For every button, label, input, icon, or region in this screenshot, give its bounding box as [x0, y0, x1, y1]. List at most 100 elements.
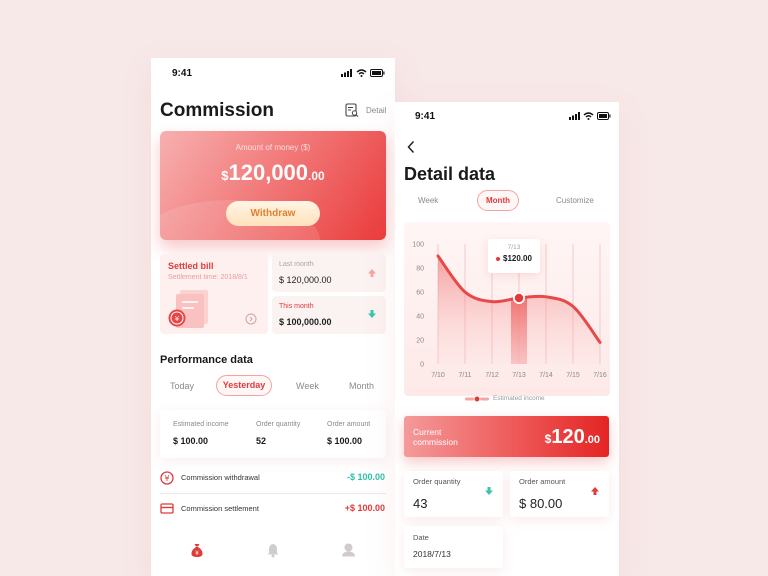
- x-tick-label: 7/10: [431, 372, 445, 379]
- stat-label-order-amount: Order amount: [327, 421, 371, 428]
- highlight-point: [514, 293, 524, 303]
- withdraw-button[interactable]: Withdraw: [226, 201, 320, 226]
- this-month-card: This month $ 100,000.00: [272, 296, 386, 334]
- status-time: 9:41: [172, 68, 193, 79]
- money-amount-decimal: .00: [308, 169, 325, 183]
- x-tick-label: 7/14: [539, 372, 553, 379]
- transaction-label: Commission settlement: [181, 504, 259, 513]
- x-tick-label: 7/13: [512, 372, 526, 379]
- card-icon: [160, 503, 174, 514]
- transaction-amount: +$ 100.00: [344, 503, 385, 513]
- signal-icon: [341, 69, 352, 77]
- current-commission-label-line2: commission: [413, 437, 458, 447]
- settled-bill-title: Settled bill: [168, 261, 214, 271]
- date-value: 2018/7/13: [413, 549, 451, 559]
- page-title: Commission: [160, 100, 275, 121]
- stat-value-order-quantity: 52: [256, 436, 267, 446]
- status-time: 9:41: [415, 111, 436, 122]
- current-commission-card: Current commission $120.00: [404, 416, 609, 457]
- battery-icon: [370, 69, 385, 77]
- y-tick-label: 100: [412, 242, 424, 249]
- last-month-card: Last month $ 120,000.00: [272, 254, 386, 292]
- performance-title: Performance data: [160, 354, 253, 366]
- page-title: Detail data: [404, 164, 496, 184]
- chevron-right-circle-icon[interactable]: [245, 313, 257, 325]
- current-commission-integer: 120: [551, 426, 585, 448]
- current-commission-amount: $120.00: [545, 426, 600, 449]
- detail-data-screen: 9:41 Detail data Week Month Customize 0 2…: [395, 102, 619, 576]
- transaction-row[interactable]: Commission settlement +$ 100.00: [151, 494, 395, 524]
- money-card: Amount of money ($) $120,000.00 Withdraw: [160, 131, 386, 240]
- tab-yesterday[interactable]: Yesterday: [216, 375, 272, 396]
- stat-label-estimated-income: Estimated income: [173, 421, 229, 428]
- this-month-label: This month: [279, 303, 314, 310]
- date-label: Date: [413, 533, 429, 542]
- money-amount-integer: 120,000: [228, 160, 309, 185]
- money-bag-icon[interactable]: ¥: [190, 542, 204, 558]
- tab-week[interactable]: Week: [418, 196, 438, 205]
- chart-tooltip: 7/13 $120.00: [488, 239, 540, 273]
- last-month-value: $ 120,000.00: [279, 275, 332, 285]
- money-currency: $: [221, 168, 229, 183]
- performance-stats-card: Estimated income $ 100.00 Order quantity…: [160, 410, 386, 458]
- order-quantity-card: Order quantity 43: [404, 471, 503, 517]
- svg-text:¥: ¥: [175, 315, 180, 323]
- transaction-row[interactable]: ¥ Commission withdrawal -$ 100.00: [151, 462, 395, 492]
- stat-label-order-quantity: Order quantity: [256, 421, 301, 428]
- arrow-down-icon: [368, 310, 376, 318]
- order-amount-label: Order amount: [519, 477, 566, 486]
- transaction-label: Commission withdrawal: [181, 473, 260, 482]
- tooltip-value: $120.00: [503, 254, 532, 263]
- y-tick-label: 0: [420, 362, 424, 369]
- current-commission-label-line1: Current: [413, 427, 442, 437]
- legend-marker-icon: [465, 396, 489, 401]
- x-tick-label: 7/12: [485, 372, 499, 379]
- order-quantity-value: 43: [413, 496, 428, 511]
- x-tick-label: 7/16: [593, 372, 607, 379]
- current-commission-label: Current commission: [413, 427, 458, 447]
- tooltip-date: 7/13: [507, 244, 521, 251]
- battery-icon: [597, 112, 611, 120]
- x-tick-label: 7/15: [566, 372, 580, 379]
- detail-document-icon[interactable]: [345, 103, 359, 118]
- bell-icon[interactable]: [266, 542, 280, 558]
- status-icons: [341, 69, 385, 77]
- arrow-up-icon: [368, 269, 376, 277]
- money-label: Amount of money ($): [235, 143, 311, 152]
- stat-value-order-amount: $ 100.00: [327, 436, 363, 446]
- signal-icon: [569, 112, 580, 120]
- order-amount-value: $ 80.00: [519, 496, 563, 511]
- svg-text:¥: ¥: [195, 550, 199, 557]
- tab-today[interactable]: Today: [170, 381, 194, 391]
- legend-label: Estimated income: [493, 395, 545, 402]
- yen-circle-icon: ¥: [160, 471, 174, 485]
- tab-week[interactable]: Week: [296, 381, 319, 391]
- order-amount-card: Order amount $ 80.00: [510, 471, 609, 517]
- detail-link[interactable]: Detail: [366, 106, 386, 115]
- chart-area: 0 20 40 60 80 100 7/10 7/11 7/12 7/13 7/14 7/15 7/16…: [404, 222, 610, 396]
- order-quantity-label: Order quantity: [413, 477, 461, 486]
- settled-bill-card[interactable]: Settled bill Settlement time: 2018/8/1 ¥: [160, 254, 268, 334]
- current-commission-decimal: .00: [584, 434, 600, 446]
- x-tick-label: 7/11: [458, 372, 471, 379]
- wifi-icon: [583, 112, 594, 120]
- y-tick-label: 80: [416, 266, 424, 273]
- svg-text:¥: ¥: [164, 474, 169, 483]
- y-tick-label: 20: [416, 338, 424, 345]
- tab-month[interactable]: Month: [349, 381, 374, 391]
- tab-month[interactable]: Month: [477, 190, 519, 211]
- y-tick-label: 40: [416, 314, 424, 321]
- profile-icon[interactable]: [341, 542, 356, 557]
- this-month-value: $ 100,000.00: [279, 317, 332, 327]
- commission-screen: 9:41 Commission Detail Amount of money (…: [151, 58, 395, 576]
- status-icons: [569, 112, 611, 120]
- tooltip-dot: [496, 257, 500, 261]
- tab-customize[interactable]: Customize: [556, 196, 594, 205]
- last-month-label: Last month: [279, 261, 314, 268]
- money-amount: $120,000.00: [160, 160, 386, 186]
- arrow-down-icon: [485, 487, 493, 495]
- back-arrow-icon[interactable]: [406, 140, 416, 154]
- chart-legend: Estimated income: [465, 395, 545, 402]
- bill-receipt-icon: ¥: [168, 290, 208, 328]
- highlight-bar: [511, 298, 527, 364]
